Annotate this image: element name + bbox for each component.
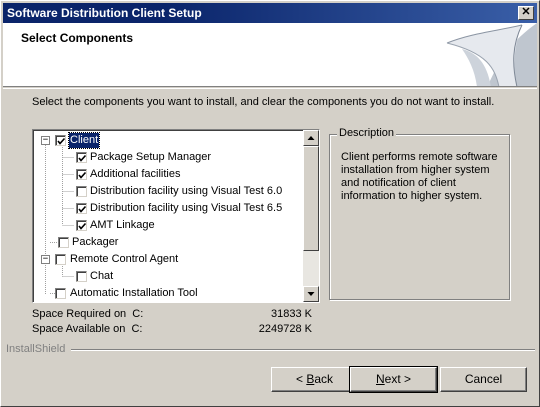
back-button-label: ack <box>314 372 334 386</box>
installshield-branding: InstallShield <box>6 343 66 355</box>
arrow-up-icon <box>307 136 315 140</box>
checkbox-chat[interactable] <box>76 271 87 282</box>
tree-item-label: Remote Control Agent <box>70 253 179 265</box>
checkbox-remote-control-agent[interactable] <box>55 254 66 265</box>
description-groupbox: Description Client performs remote softw… <box>329 127 510 300</box>
tree-item-amt-linkage[interactable]: AMT Linkage <box>34 217 304 234</box>
window-title: Software Distribution Client Setup <box>7 6 202 20</box>
checkbox-distribution-vt60[interactable] <box>76 186 87 197</box>
page-title: Select Components <box>21 31 134 45</box>
checkmark-icon <box>78 171 87 179</box>
space-required-value: 31833 K <box>271 308 312 320</box>
next-button-mnemonic: N <box>375 372 385 386</box>
setup-dialog: Software Distribution Client Setup ✕ Sel… <box>0 0 540 407</box>
tree-item-label: Additional facilities <box>90 168 181 180</box>
instructions-text: Select the components you want to instal… <box>32 96 495 108</box>
tree-item-distribution-vt65[interactable]: Distribution facility using Visual Test … <box>34 200 304 217</box>
tree-item-package-setup-manager[interactable]: Package Setup Manager <box>34 149 304 166</box>
header-banner: Select Components <box>3 23 537 87</box>
checkbox-distribution-vt65[interactable] <box>76 203 87 214</box>
back-button[interactable]: < Back <box>271 367 358 392</box>
collapse-icon[interactable]: − <box>41 136 50 145</box>
checkbox-packager[interactable] <box>58 237 69 248</box>
checkmark-icon <box>78 205 87 213</box>
tree-item-label: Distribution facility using Visual Test … <box>90 202 283 214</box>
next-button-label: ext > <box>384 372 412 386</box>
space-available-value: 2249728 K <box>258 323 312 335</box>
scroll-down-button[interactable] <box>303 286 319 302</box>
next-button[interactable]: Next > <box>349 366 438 393</box>
checkbox-client[interactable] <box>55 135 66 146</box>
tree-item-label: Packager <box>72 236 119 248</box>
tree-item-remote-control-agent[interactable]: − Remote Control Agent <box>34 251 304 268</box>
space-required-row: Space Required on C: 31833 K <box>32 307 312 321</box>
component-tree[interactable]: − Client Package Setup Manager Additiona… <box>32 129 320 303</box>
close-icon: ✕ <box>521 6 531 18</box>
checkbox-package-setup-manager[interactable] <box>76 152 87 163</box>
tree-item-label: Automatic Installation Tool <box>70 287 198 299</box>
tree-item-packager[interactable]: Packager <box>34 234 304 251</box>
checkmark-icon <box>57 137 66 145</box>
description-text: Client performs remote software installa… <box>341 151 498 202</box>
title-bar: Software Distribution Client Setup ✕ <box>3 3 537 23</box>
tree-scrollbar[interactable] <box>303 130 319 302</box>
cancel-button[interactable]: Cancel <box>440 367 527 392</box>
checkbox-amt-linkage[interactable] <box>76 220 87 231</box>
description-legend: Description <box>337 127 397 139</box>
collapse-icon[interactable]: − <box>41 255 50 264</box>
checkmark-icon <box>78 222 87 230</box>
back-button-prefix: < <box>295 372 307 386</box>
tree-item-automatic-installation-tool[interactable]: Automatic Installation Tool <box>34 285 304 301</box>
tree-viewport: − Client Package Setup Manager Additiona… <box>34 131 304 301</box>
header-divider <box>3 88 537 89</box>
installshield-graphic-icon <box>446 23 537 86</box>
scroll-thumb[interactable] <box>303 146 319 251</box>
checkmark-icon <box>78 154 87 162</box>
checkbox-additional-facilities[interactable] <box>76 169 87 180</box>
space-required-label: Space Required on C: <box>32 308 144 320</box>
tree-item-label: Distribution facility using Visual Test … <box>90 185 283 197</box>
cancel-button-label: Cancel <box>464 372 503 386</box>
tree-item-additional-facilities[interactable]: Additional facilities <box>34 166 304 183</box>
close-button[interactable]: ✕ <box>518 6 534 20</box>
arrow-down-icon <box>307 292 315 296</box>
tree-item-label: Package Setup Manager <box>90 151 212 163</box>
tree-item-client[interactable]: − Client <box>34 132 304 149</box>
scroll-up-button[interactable] <box>303 130 319 146</box>
checkbox-automatic-installation-tool[interactable] <box>55 288 66 299</box>
space-available-label: Space Available on C: <box>32 323 143 335</box>
tree-item-distribution-vt60[interactable]: Distribution facility using Visual Test … <box>34 183 304 200</box>
tree-item-label: Chat <box>90 270 114 282</box>
tree-item-chat[interactable]: Chat <box>34 268 304 285</box>
branding-divider <box>71 349 535 351</box>
space-available-row: Space Available on C: 2249728 K <box>32 322 312 336</box>
tree-item-label: AMT Linkage <box>90 219 155 231</box>
tree-item-label: Client <box>67 132 101 149</box>
